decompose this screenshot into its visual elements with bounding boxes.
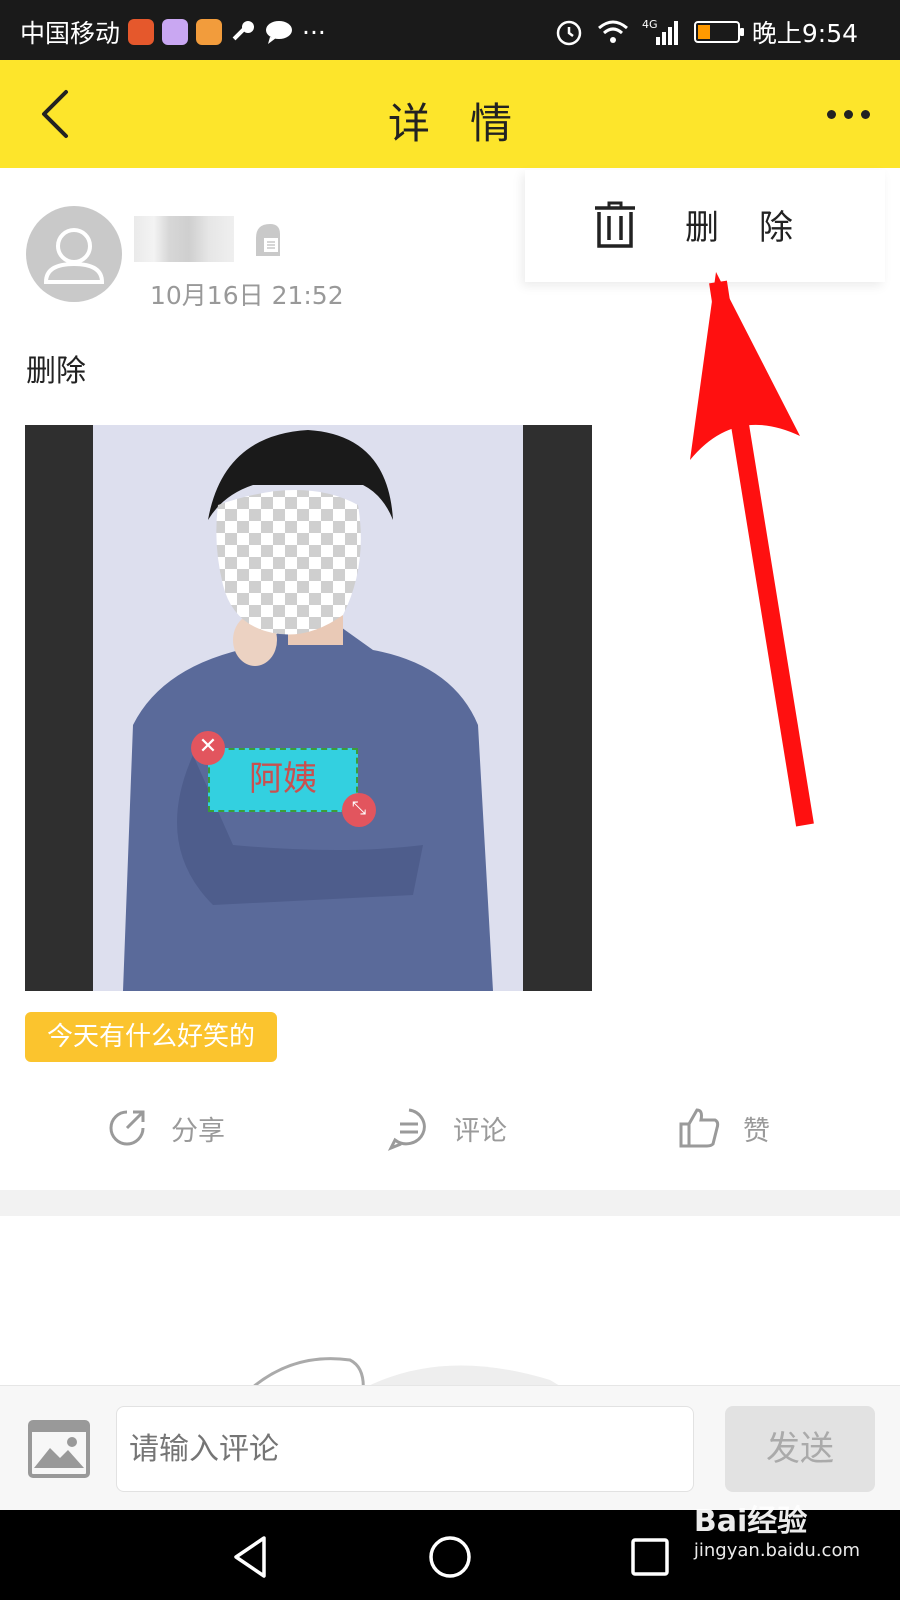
nav-home-icon[interactable] [425, 1532, 475, 1582]
comment-button[interactable]: 评论 [385, 1096, 507, 1160]
send-button[interactable]: 发送 [725, 1406, 875, 1492]
person-illustration [123, 430, 493, 991]
watermark-brand: Bai经验 [693, 1504, 808, 1539]
post-timestamp: 10月16日 21:52 [150, 281, 344, 310]
music-app-icon [162, 19, 189, 45]
carrier-name: 中国移动 [20, 19, 121, 48]
key-icon [232, 21, 255, 41]
watermark-url: jingyan.baidu.com [693, 1540, 860, 1561]
battery-icon [693, 21, 744, 43]
post-text: 删除 [26, 354, 86, 389]
sticker-resize-icon[interactable]: ⤡ [342, 793, 376, 827]
trash-icon[interactable] [593, 200, 637, 250]
status-bar-left: 中国移动 ··· [20, 14, 326, 50]
more-dot [827, 109, 836, 119]
delete-menu-item[interactable]: 删除 [685, 200, 833, 249]
more-dot [844, 109, 853, 119]
status-bar: 中国移动 ··· 4G 晚上9:54 [0, 0, 900, 60]
more-menu-button[interactable] [820, 104, 870, 124]
delete-menu-popup: 删除 [525, 170, 885, 282]
status-bar-right: 4G 晚上9:54 [554, 14, 858, 50]
alarm-icon [556, 20, 582, 46]
topic-tag[interactable]: 今天有什么好笑的 [25, 1012, 278, 1062]
network-type: 4G [642, 18, 658, 31]
sticker-delete-icon[interactable]: ✕ [191, 731, 225, 765]
share-label: 分享 [171, 1115, 225, 1147]
app-header: 详情 [0, 60, 900, 168]
comment-label: 评论 [453, 1115, 507, 1147]
clock: 晚上9:54 [751, 19, 858, 48]
chat-icon [266, 21, 293, 44]
signal-icon: 4G [642, 18, 678, 45]
wifi-icon [597, 20, 628, 43]
theme-app-icon [196, 19, 223, 45]
baidu-watermark: Bai经验 jingyan.baidu.com [694, 1496, 860, 1561]
share-icon [109, 1110, 145, 1146]
add-image-icon[interactable] [28, 1420, 90, 1478]
comment-input[interactable] [116, 1406, 694, 1492]
page-title: 详情 [387, 99, 552, 148]
like-button[interactable]: 赞 [675, 1096, 770, 1160]
username-blurred[interactable] [134, 216, 234, 262]
nav-recents-icon[interactable] [625, 1532, 675, 1582]
text-sticker[interactable]: 阿姨 [208, 748, 358, 812]
post-image[interactable] [25, 425, 592, 991]
user-level-icon [256, 224, 280, 256]
like-label: 赞 [743, 1115, 770, 1147]
default-user-icon [43, 228, 105, 284]
share-button[interactable]: 分享 [103, 1096, 225, 1160]
nav-back-icon[interactable] [226, 1532, 276, 1582]
thumbs-up-icon [679, 1108, 720, 1148]
comment-icon [387, 1108, 426, 1151]
post-image-content [93, 425, 523, 991]
video-app-icon [128, 19, 155, 45]
avatar[interactable] [26, 206, 122, 302]
more-notifications: ··· [302, 17, 326, 47]
more-dot [861, 109, 870, 119]
comment-bar: 发送 [0, 1385, 900, 1510]
section-divider [0, 1190, 900, 1216]
post-actions: 分享 评论 赞 [0, 1096, 900, 1160]
